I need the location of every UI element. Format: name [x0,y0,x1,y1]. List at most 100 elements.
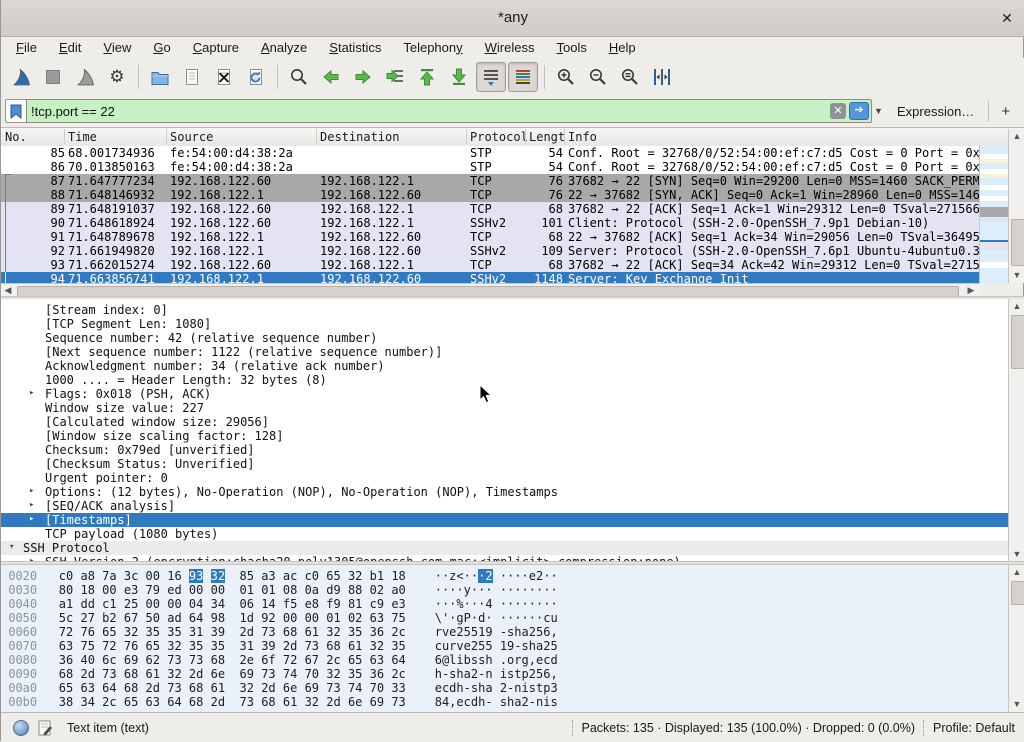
hex-byte[interactable]: 93 [189,569,203,583]
collapsed-arrow-icon[interactable]: ▸ [29,486,34,496]
hex-row-0070[interactable]: 0070 63 75 72 76 65 32 35 35 31 39 2d 73… [1,639,1009,653]
hex-byte[interactable]: 69 [305,681,319,695]
scroll-down-icon[interactable]: ▼ [1009,547,1024,562]
ascii-char[interactable]: 2 [529,625,536,639]
hex-byte[interactable]: 3c [124,569,138,583]
ascii-char[interactable]: 4 [485,597,492,611]
detail-line[interactable]: Window size value: 227 [1,401,1009,415]
ascii-char[interactable]: 1 [500,639,507,653]
hex-byte[interactable]: 32 [326,625,340,639]
hex-byte[interactable]: 6e [283,681,297,695]
collapsed-arrow-icon[interactable]: ▸ [29,388,34,398]
hex-byte[interactable]: 00 [305,611,319,625]
ascii-char[interactable]: b [464,653,471,667]
hex-byte[interactable]: 32 [240,681,254,695]
ascii-char[interactable]: · [500,611,507,625]
ascii-char[interactable]: h [485,653,492,667]
ascii-char[interactable]: s [500,695,507,709]
detail-line[interactable]: Sequence number: 42 (relative sequence n… [1,331,1009,345]
hex-byte[interactable]: 04 [189,597,203,611]
hex-byte[interactable]: 01 [240,583,254,597]
ascii-char[interactable]: t [514,667,521,681]
menu-view[interactable]: View [92,38,142,57]
expert-info-icon[interactable] [13,720,29,736]
ascii-char[interactable]: · [514,583,521,597]
hex-byte[interactable]: 2c [391,625,405,639]
ascii-char[interactable]: · [550,597,557,611]
hex-byte[interactable]: b2 [102,611,116,625]
hex-byte[interactable]: 6e [348,695,362,709]
hex-row-0020[interactable]: 0020 c0 a8 7a 3c 00 16 93 32 85 a3 ac c0… [1,569,1009,583]
ascii-char[interactable]: s [529,681,536,695]
packet-row-88[interactable]: 8871.648146932192.168.122.1192.168.122.6… [1,188,979,202]
ascii-char[interactable]: c [464,695,471,709]
hex-byte[interactable]: 7a [102,569,116,583]
hex-byte[interactable]: 61 [283,695,297,709]
hex-byte[interactable]: 00 [211,583,225,597]
hex-byte[interactable]: 68 [59,667,73,681]
resize-columns-button[interactable] [647,62,677,92]
expanded-arrow-icon[interactable]: ▾ [9,542,14,552]
ascii-char[interactable]: - [464,681,471,695]
hex-byte[interactable]: 00 [146,569,160,583]
hex-byte[interactable]: 81 [348,597,362,611]
intelligent-scrollbar[interactable] [979,146,1009,283]
hex-byte[interactable]: c9 [370,597,384,611]
hex-byte[interactable]: 65 [59,681,73,695]
ascii-char[interactable]: h [514,625,521,639]
hex-byte[interactable]: 73 [261,667,275,681]
hex-byte[interactable]: 16 [167,569,181,583]
hex-byte[interactable]: 00 [189,583,203,597]
hex-byte[interactable]: 72 [102,639,116,653]
hex-byte[interactable]: 75 [391,611,405,625]
ascii-char[interactable]: d [550,653,557,667]
menu-analyze[interactable]: Analyze [250,38,318,57]
hex-byte[interactable]: 68 [211,653,225,667]
hex-byte[interactable]: 32 [326,667,340,681]
hex-byte[interactable]: 2c [326,653,340,667]
packet-list-hscrollbar[interactable]: ◀ ▶ [1,283,979,297]
hex-byte[interactable]: 06 [240,597,254,611]
ascii-char[interactable]: r [514,653,521,667]
packet-row-91[interactable]: 9171.648789678192.168.122.1192.168.122.6… [1,230,979,244]
ascii-char[interactable]: e [464,639,471,653]
hex-byte[interactable]: 2d [326,695,340,709]
hex-byte[interactable]: 68 [261,695,275,709]
hex-byte[interactable]: 73 [102,667,116,681]
hex-byte[interactable]: 61 [305,625,319,639]
display-filter-field[interactable]: ✕ ➔ [26,99,872,123]
packet-row-85[interactable]: 8568.001734936fe:54:00:d4:38:2aSTP54Conf… [1,146,979,160]
ascii-char[interactable]: P [464,611,471,625]
hex-byte[interactable]: 2d [80,667,94,681]
ascii-char[interactable]: · [514,569,521,583]
hex-byte[interactable]: 6c [102,653,116,667]
collapsed-arrow-icon[interactable]: ▸ [29,514,34,524]
hex-byte[interactable]: a8 [80,569,94,583]
hex-byte[interactable]: f5 [283,597,297,611]
hex-byte[interactable]: 01 [261,583,275,597]
hex-byte[interactable]: 68 [124,667,138,681]
hex-byte[interactable]: 63 [146,695,160,709]
ascii-char[interactable]: h [456,667,463,681]
hex-row-00a0[interactable]: 00a0 65 63 64 68 2d 73 68 61 32 2d 6e 69… [1,681,1009,695]
hex-row-0080[interactable]: 0080 36 40 6c 69 62 73 73 68 2e 6f 72 67… [1,653,1009,667]
ascii-char[interactable]: i [522,681,529,695]
filter-apply-icon[interactable]: ➔ [849,102,869,120]
menu-capture[interactable]: Capture [182,38,250,57]
auto-scroll-button[interactable] [476,62,506,92]
ascii-char[interactable]: g [456,611,463,625]
column-header-time[interactable]: Time [68,130,97,144]
hex-byte[interactable]: 73 [326,681,340,695]
filter-clear-icon[interactable]: ✕ [830,103,846,119]
hex-byte[interactable]: 67 [124,611,138,625]
start-capture-button[interactable] [6,62,36,92]
hex-byte[interactable]: 35 [167,625,181,639]
hex-byte[interactable]: 64 [167,695,181,709]
hex-byte[interactable]: 65 [124,695,138,709]
hex-byte[interactable]: 40 [80,653,94,667]
hex-byte[interactable]: 34 [211,597,225,611]
detail-line[interactable]: [Calculated window size: 29056] [1,415,1009,429]
hex-byte[interactable]: 68 [189,695,203,709]
hex-byte[interactable]: 69 [370,695,384,709]
ascii-char[interactable]: · [435,583,442,597]
